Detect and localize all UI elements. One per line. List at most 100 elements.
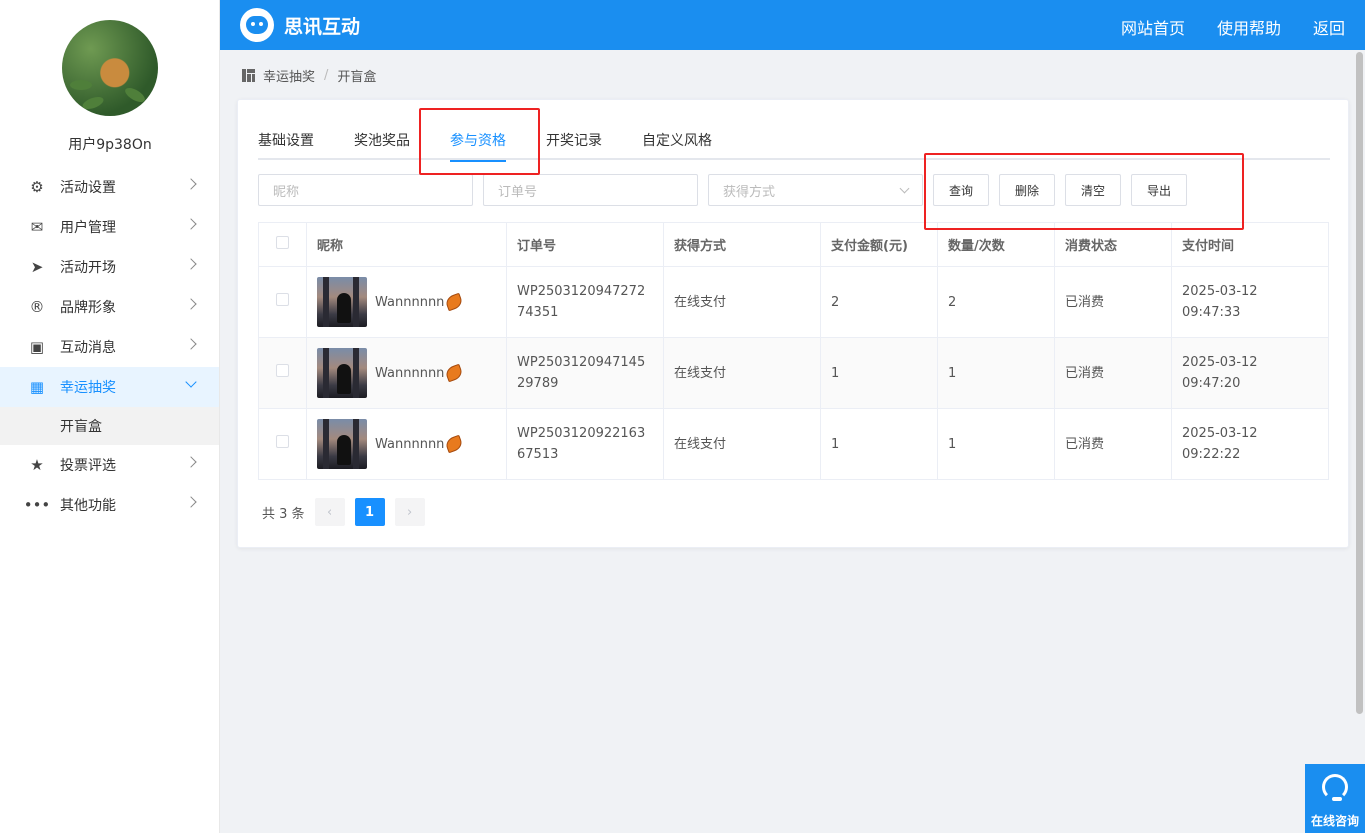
menu-item-activity-settings[interactable]: ⚙ 活动设置 [0,167,219,207]
menu-item-other-functions[interactable]: ••• 其他功能 [0,485,219,525]
next-page-button[interactable]: › [394,498,425,526]
avatar[interactable] [62,20,158,116]
menu-item-interactive-messages[interactable]: ▣ 互动消息 [0,327,219,367]
leaf-emoji-icon [444,363,465,383]
chevron-right-icon [185,338,197,350]
breadcrumb-parent[interactable]: 幸运抽奖 [263,66,315,85]
tab-basic-settings[interactable]: 基础设置 [258,122,314,160]
top-links: 网站首页 使用帮助 返回 [1121,15,1345,39]
menu-item-lucky-draw[interactable]: ▦ 幸运抽奖 [0,367,219,407]
chevron-down-icon [185,376,197,388]
back-link[interactable]: 返回 [1313,15,1345,39]
order-cell: WP250312092216367513 [506,408,664,480]
registered-icon: ® [29,298,45,316]
user-avatar [317,419,367,469]
participants-table: 昵称 订单号 获得方式 支付金额(元) 数量/次数 消费状态 支付时间 Wann… [258,222,1329,480]
select-all-checkbox[interactable] [276,236,289,249]
more-dots-icon: ••• [23,496,51,514]
method-cell: 在线支付 [663,337,821,409]
nickname-cell: Wannnnnn [306,408,507,480]
select-all-cell [258,222,307,267]
menu-item-voting[interactable]: ★ 投票评选 [0,445,219,485]
order-number-input[interactable]: 订单号 [483,174,698,206]
prev-page-button[interactable]: ‹ [314,498,345,526]
count-cell: 1 [937,408,1055,480]
avatar-leaf [70,80,92,90]
row-checkbox[interactable] [276,292,289,306]
nickname-text: Wannnnnn [375,436,445,452]
chevron-right-icon [185,456,197,468]
pagination-total: 共 3 条 [262,506,305,522]
help-link[interactable]: 使用帮助 [1217,15,1281,39]
tab-draw-records[interactable]: 开奖记录 [546,122,602,160]
menu-item-label: 活动设置 [60,180,116,196]
time-cell: 2025-03-12 09:47:33 [1171,266,1329,338]
avatar-leaf [80,94,106,112]
row-select-cell [258,337,307,409]
breadcrumb-separator: / [324,68,329,83]
nickname-cell: Wannnnnn [306,337,507,409]
chevron-right-icon [185,178,197,190]
time-cell: 2025-03-12 09:22:22 [1171,408,1329,480]
count-cell: 1 [937,337,1055,409]
online-consult-button[interactable]: 在线咨询 [1305,764,1365,833]
column-header: 订单号 [506,222,664,267]
count-cell: 2 [937,266,1055,338]
row-checkbox[interactable] [276,363,289,377]
menu-item-activity-opening[interactable]: ➤ 活动开场 [0,247,219,287]
nickname-text: Wannnnnn [375,294,445,310]
method-select[interactable]: 获得方式 [708,174,923,206]
menu-item-label: 活动开场 [60,260,116,276]
chevron-right-icon [185,298,197,310]
chevron-right-icon [185,496,197,508]
menu-item-user-management[interactable]: ✉ 用户管理 [0,207,219,247]
lottery-icon [242,69,255,82]
leaf-emoji-icon [444,292,465,312]
menu-item-label: 互动消息 [60,340,116,356]
user-icon: ✉ [30,218,44,236]
online-consult-label: 在线咨询 [1310,814,1359,828]
tab-custom-style[interactable]: 自定义风格 [642,122,712,160]
logo-icon [240,8,274,42]
tab-prize-pool[interactable]: 奖池奖品 [354,122,410,160]
row-select-cell [258,408,307,480]
method-cell: 在线支付 [663,408,821,480]
table-row: Wannnnnn WP250312092216367513 在线支付 1 1 已… [258,408,1329,480]
method-select-placeholder: 获得方式 [723,184,776,200]
star-icon: ★ [30,456,44,474]
nickname-text: Wannnnnn [375,365,445,381]
table-row: Wannnnnn WP250312094714529789 在线支付 1 1 已… [258,337,1329,409]
top-bar: 思讯互动 网站首页 使用帮助 返回 [220,0,1365,50]
row-checkbox[interactable] [276,434,289,448]
table-row: Wannnnnn WP250312094727274351 在线支付 2 2 已… [258,266,1329,338]
nickname-input[interactable]: 昵称 [258,174,473,206]
submenu-item-blind-box[interactable]: 开盲盒 [0,407,219,445]
sidebar: 用户9p38On ⚙ 活动设置 ✉ 用户管理 ➤ 活动开场 ® 品牌形象 ▣ 互… [0,0,220,833]
chevron-right-icon [185,218,197,230]
status-cell: 已消费 [1054,337,1172,409]
amount-cell: 1 [820,408,938,480]
user-avatar [317,348,367,398]
amount-cell: 1 [820,337,938,409]
menu-item-label: 其他功能 [60,498,116,514]
time-cell: 2025-03-12 09:47:20 [1171,337,1329,409]
column-header: 获得方式 [663,222,821,267]
menu-item-label: 品牌形象 [60,300,116,316]
headset-icon [1322,774,1348,801]
order-cell: WP250312094714529789 [506,337,664,409]
breadcrumb: 幸运抽奖 / 开盲盒 [242,66,376,85]
scrollbar[interactable] [1356,52,1363,714]
paper-plane-icon: ➤ [30,258,44,276]
gear-icon: ⚙ [30,178,44,196]
amount-cell: 2 [820,266,938,338]
highlight-box-buttons [924,153,1244,230]
home-link[interactable]: 网站首页 [1121,15,1185,39]
brand-name: 思讯互动 [284,16,361,38]
page-button[interactable]: 1 [354,498,385,526]
menu-item-label: 用户管理 [60,220,116,236]
menu-item-brand-image[interactable]: ® 品牌形象 [0,287,219,327]
method-cell: 在线支付 [663,266,821,338]
row-select-cell [258,266,307,338]
lottery-icon: ▦ [29,378,45,396]
avatar-leaf [122,85,148,105]
